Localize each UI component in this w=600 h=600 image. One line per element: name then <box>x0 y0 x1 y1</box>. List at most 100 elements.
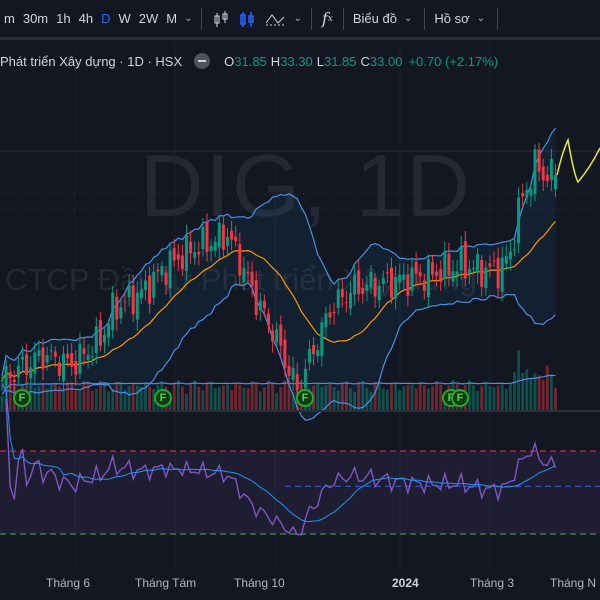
event-marker[interactable]: F <box>451 389 469 407</box>
low-value: 31.85 <box>323 53 357 69</box>
volume-bar <box>488 386 492 410</box>
divider <box>342 7 344 30</box>
volume-bar <box>33 387 37 410</box>
timeframe-chevron-down-icon[interactable]: ⌄ <box>181 13 195 24</box>
volume-bar <box>504 388 508 410</box>
profile-menu-label: Hồ sơ <box>434 11 470 26</box>
candle-body <box>287 366 291 376</box>
candle-body <box>217 222 221 248</box>
candle-body <box>324 313 328 328</box>
candle-body <box>115 296 119 320</box>
timeframe-1h[interactable]: 1h <box>52 11 74 26</box>
volume-bar <box>197 386 201 410</box>
chart-menu-button[interactable]: Biểu đồ ⌄ <box>350 11 418 26</box>
timeframe-w[interactable]: W <box>114 11 134 26</box>
event-marker[interactable]: F <box>154 389 172 407</box>
candle-body <box>443 251 447 279</box>
volume-bar <box>53 384 57 410</box>
candle-body <box>332 311 336 314</box>
candle-body <box>213 241 217 251</box>
candle-body <box>484 267 488 289</box>
volume-bar <box>238 384 242 410</box>
candle-body <box>406 274 410 296</box>
volume-bar <box>545 365 549 410</box>
volume-bar <box>103 382 106 410</box>
event-marker[interactable]: F <box>13 389 31 407</box>
function-fx-icon[interactable]: fx <box>318 9 337 28</box>
candle-body <box>385 272 389 274</box>
indicators-wave-icon[interactable] <box>260 9 290 29</box>
candle-body <box>160 266 164 276</box>
time-axis[interactable]: Tháng 6 Tháng Tám Tháng 10 2024 Tháng 3 … <box>0 570 600 600</box>
candle-body <box>57 362 61 376</box>
close-label: C <box>360 53 370 69</box>
candle-body <box>480 259 484 287</box>
volume-bar <box>263 387 266 410</box>
candles-icon[interactable] <box>234 9 260 29</box>
volume-bar <box>496 385 500 410</box>
candle-body <box>148 275 152 304</box>
price-chart[interactable] <box>0 43 600 570</box>
candle-body <box>119 307 123 319</box>
volume-bar <box>402 385 406 410</box>
volume-bar <box>0 396 4 410</box>
chart-type-chevron-down-icon[interactable]: ⌄ <box>290 13 304 24</box>
time-label: Tháng 6 <box>46 576 91 590</box>
volume-bar <box>189 383 192 410</box>
candle-body <box>197 251 201 255</box>
timeframe-m[interactable]: m <box>0 11 19 26</box>
volume-bar <box>41 383 45 410</box>
time-label-year: 2024 <box>392 576 419 590</box>
candle-body <box>21 356 24 360</box>
candle-body <box>258 300 262 311</box>
candle-body <box>70 353 74 367</box>
candle-body <box>139 289 143 299</box>
candle-body <box>365 284 369 291</box>
candle-body <box>283 339 287 368</box>
volume-bar <box>82 381 86 410</box>
timeframe-m-month[interactable]: M <box>162 11 181 26</box>
volume-bar <box>115 381 119 410</box>
candle-body <box>107 324 111 338</box>
candle-body <box>500 257 504 292</box>
volume-bar <box>74 390 78 410</box>
volume-bar <box>517 350 520 410</box>
candle-body <box>353 274 357 295</box>
candle-body <box>504 255 508 264</box>
profile-menu-button[interactable]: Hồ sơ ⌄ <box>431 11 491 26</box>
timeframe-30m[interactable]: 30m <box>19 11 52 26</box>
volume-bar <box>340 383 344 410</box>
volume-bar <box>550 374 553 410</box>
hide-indicator-icon[interactable] <box>194 53 211 69</box>
event-marker[interactable]: F <box>296 389 314 407</box>
timeframe-d[interactable]: D <box>97 11 114 26</box>
time-label: Tháng 10 <box>234 576 285 590</box>
volume-bar <box>500 384 504 410</box>
candle-body <box>308 348 311 363</box>
candle-body <box>472 268 475 270</box>
candle-body <box>25 354 29 375</box>
volume-bar <box>185 393 188 410</box>
volume-bar <box>390 383 393 410</box>
low-label: L <box>316 53 324 69</box>
symbol-title[interactable]: Phát triển Xây dựng · 1D · HSX <box>0 54 182 69</box>
candle-body <box>496 257 500 289</box>
timeframe-2w[interactable]: 2W <box>135 11 163 26</box>
volume-bar <box>226 384 229 410</box>
bar-style-icon[interactable] <box>208 9 234 29</box>
volume-bar <box>78 389 82 410</box>
candle-body <box>336 289 340 308</box>
change-value: +0.70 (+2.17%) <box>408 53 499 69</box>
forecast-line <box>556 137 600 184</box>
volume-bar <box>414 388 418 410</box>
divider <box>310 7 312 30</box>
volume-bar <box>201 390 205 410</box>
timeframe-4h[interactable]: 4h <box>75 11 97 26</box>
volume-bar <box>513 372 516 410</box>
candle-body <box>381 278 385 284</box>
volume-bar <box>398 389 402 410</box>
time-label: Tháng 3 <box>470 576 515 590</box>
candle-body <box>426 259 430 298</box>
candle-body <box>45 354 49 363</box>
candle-body <box>201 227 205 249</box>
